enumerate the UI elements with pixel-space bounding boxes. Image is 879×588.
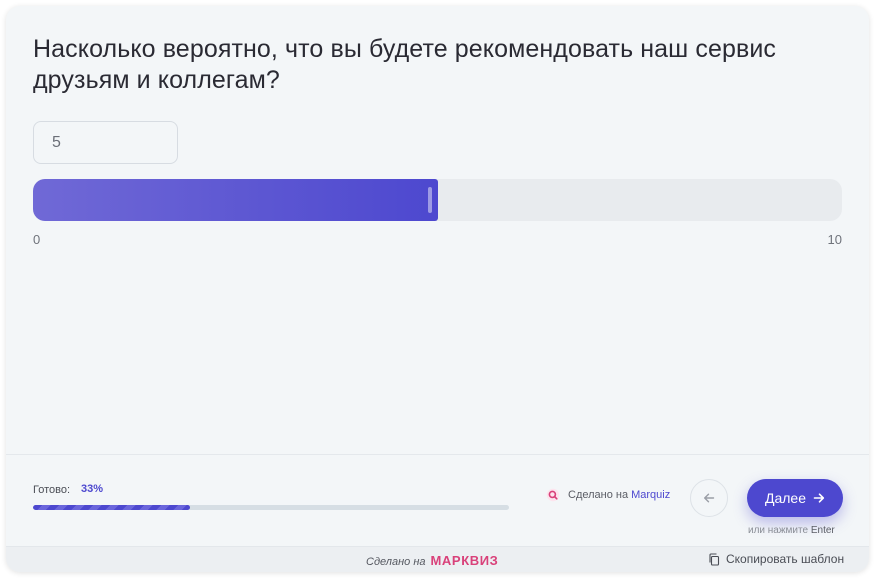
copy-template-button[interactable]: Скопировать шаблон	[708, 552, 844, 566]
scale-max-label: 10	[827, 232, 842, 247]
footer-made-prefix: Сделано на	[366, 556, 426, 568]
next-button[interactable]: Далее	[747, 479, 843, 517]
slider-handle[interactable]	[427, 187, 432, 213]
progress-percent: 33%	[81, 483, 104, 495]
progress-bar	[33, 505, 509, 510]
back-button[interactable]	[690, 479, 728, 517]
progress-label: Готово:	[33, 484, 71, 496]
enter-hint-key: Enter	[810, 525, 835, 536]
arrow-left-icon	[704, 493, 715, 503]
copy-icon	[709, 552, 720, 566]
rating-slider[interactable]	[33, 179, 842, 221]
quiz-card: Насколько вероятно, что вы будете рекоме…	[6, 6, 869, 572]
footer-brand-logo: МАРКВИЗ	[430, 553, 499, 568]
slider-fill	[33, 179, 438, 221]
question-title: Насколько вероятно, что вы будете рекоме…	[33, 35, 777, 94]
scale-min-label: 0	[33, 232, 41, 247]
progress-bar-fill	[33, 505, 191, 510]
marquiz-logo-icon	[546, 488, 560, 502]
slider-value-field[interactable]: 5	[33, 121, 178, 164]
footer-divider	[6, 454, 869, 455]
made-in-marquiz-link[interactable]: Сделано на Marquiz	[546, 488, 670, 502]
footer-bar: Сделано на МАРКВИЗ Скопировать шаблон	[6, 546, 869, 572]
enter-hint: или нажмите Enter	[748, 525, 835, 536]
made-in-prefix: Сделано на	[568, 489, 629, 501]
next-button-label: Далее	[764, 490, 806, 506]
made-in-brand: Marquiz	[631, 489, 671, 501]
enter-hint-prefix: или нажмите	[748, 525, 809, 536]
footer-made-with[interactable]: Сделано на МАРКВИЗ	[366, 553, 498, 568]
copy-template-label: Скопировать шаблон	[726, 552, 845, 566]
arrow-right-icon	[813, 493, 825, 503]
